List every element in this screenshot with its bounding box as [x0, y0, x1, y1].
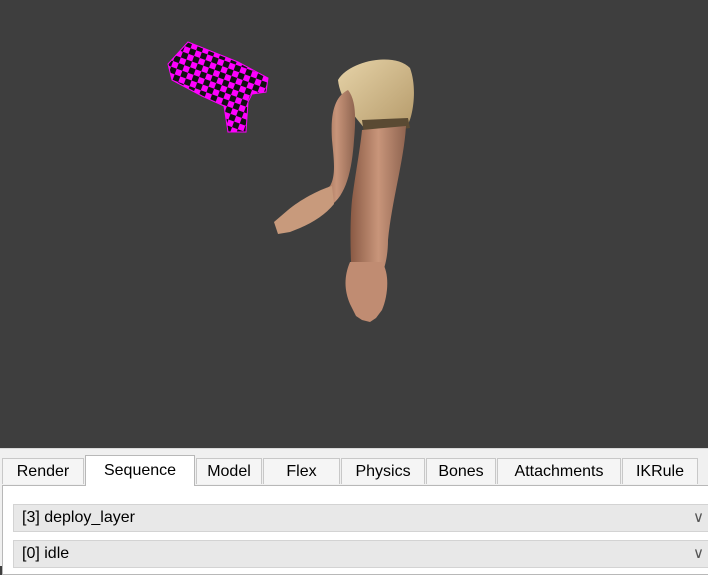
model-render: [167, 41, 414, 322]
tab-bones[interactable]: Bones: [426, 458, 496, 484]
tab-sequence[interactable]: Sequence: [85, 455, 195, 486]
tab-attachments[interactable]: Attachments: [497, 458, 621, 484]
layer-sequence-select[interactable]: [3] deploy_layer ∨: [13, 504, 708, 532]
right-arm-model: [345, 126, 406, 322]
pistol-model: [167, 41, 269, 133]
left-arm-model: [274, 90, 356, 234]
sequence-tab-content: [3] deploy_layer ∨ [0] idle ∨: [2, 485, 708, 575]
tab-model[interactable]: Model: [196, 458, 262, 484]
layer-sequence-value: [3] deploy_layer: [22, 509, 135, 526]
tab-physics[interactable]: Physics: [341, 458, 425, 484]
model-viewport[interactable]: [0, 0, 708, 448]
control-panel: Render Sequence Model Flex Physics Bones…: [0, 448, 708, 575]
tab-ikrule[interactable]: IKRule: [622, 458, 698, 484]
sequence-value: [0] idle: [22, 545, 70, 562]
sequence-select[interactable]: [0] idle ∨: [13, 540, 708, 568]
tab-render[interactable]: Render: [2, 458, 84, 484]
tab-flex[interactable]: Flex: [263, 458, 340, 484]
tab-strip: Render Sequence Model Flex Physics Bones…: [2, 455, 708, 486]
chevron-down-icon: ∨: [693, 545, 704, 562]
chevron-down-icon: ∨: [693, 509, 704, 526]
